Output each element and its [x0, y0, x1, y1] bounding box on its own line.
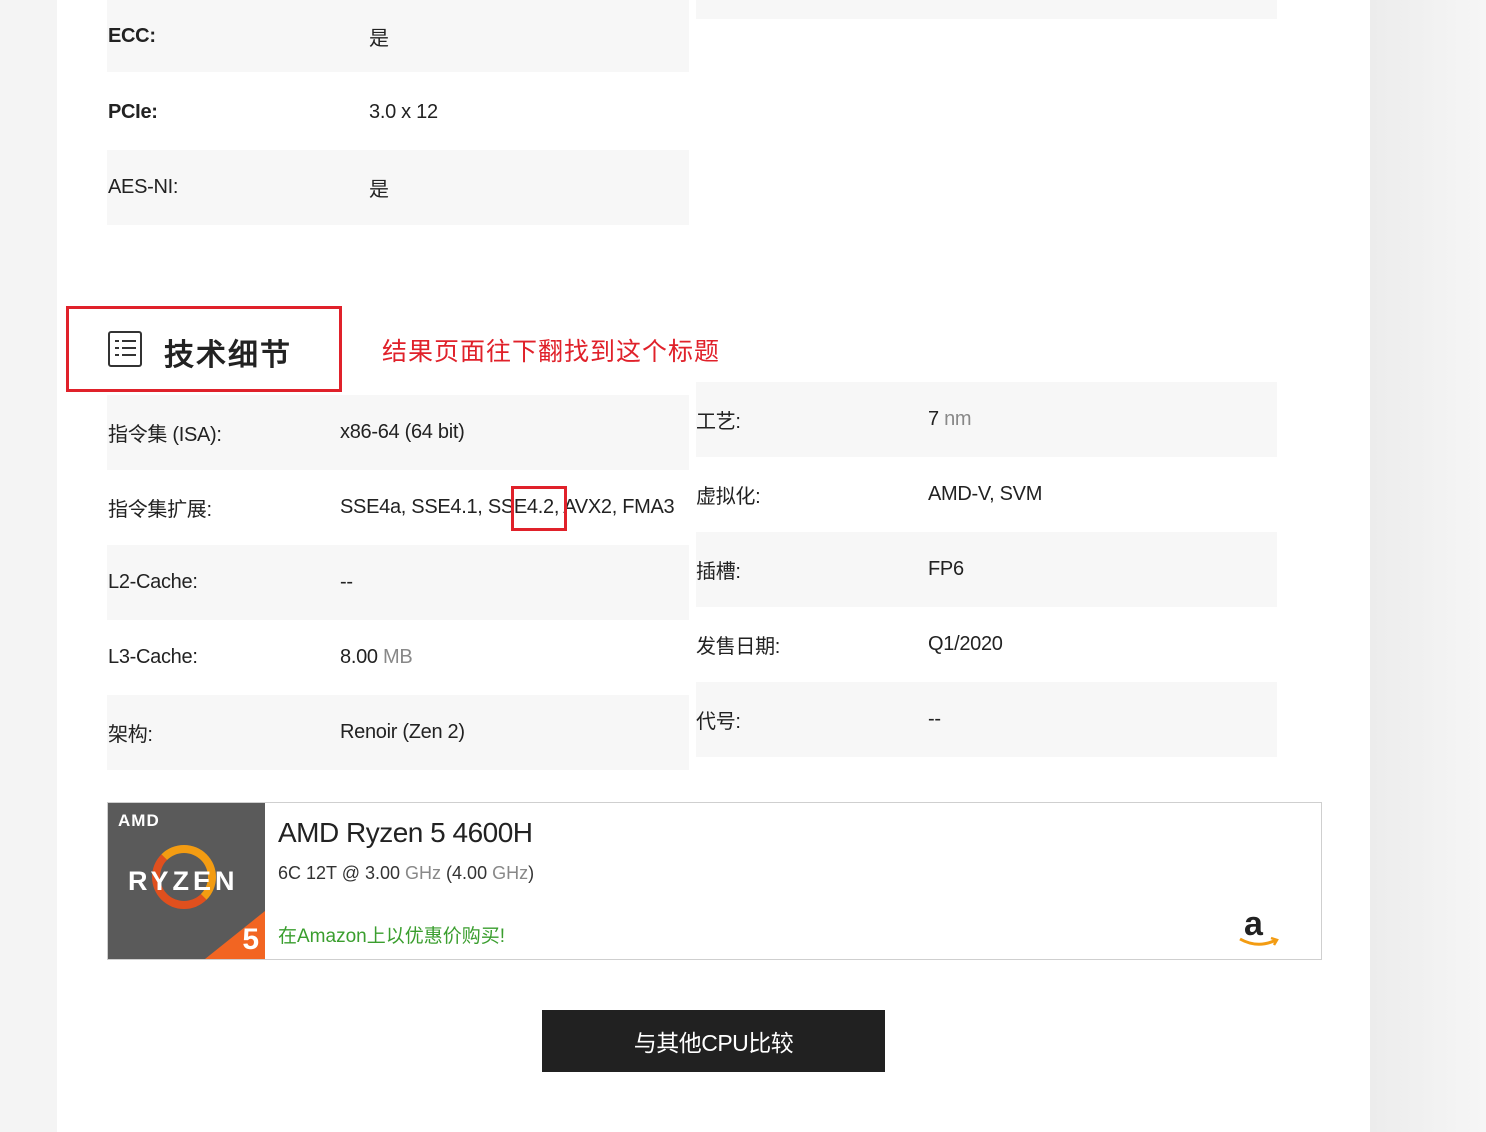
spec-number: 7: [928, 408, 939, 430]
spec-label: 指令集扩展:: [108, 499, 212, 521]
spec-value: 7 nm: [928, 408, 972, 431]
spec-row-process: 工艺: 7 nm: [696, 382, 1277, 457]
spec-label: 插槽:: [696, 561, 741, 583]
spec-value: FP6: [928, 558, 964, 580]
spec-row-release: 发售日期: Q1/2020: [696, 607, 1277, 682]
amazon-icon[interactable]: a: [1238, 905, 1279, 949]
product-spec: 6C 12T @ 3.00 GHz (4.00 GHz): [278, 863, 534, 884]
highlight-box-avx2: [511, 486, 567, 531]
spec-row-socket: 插槽: FP6: [696, 532, 1277, 607]
spec-paren: (: [441, 863, 453, 883]
spec-label: 代号:: [696, 711, 741, 733]
logo-brand: AMD: [118, 811, 160, 830]
spec-value: AMD-V, SVM: [928, 483, 1043, 505]
spec-label: 工艺:: [696, 411, 741, 433]
spec-row-codename: 代号: --: [696, 682, 1277, 757]
spec-unit: nm: [944, 408, 972, 430]
spec-value: --: [928, 708, 941, 730]
product-title[interactable]: AMD Ryzen 5 4600H: [278, 817, 533, 849]
buy-link[interactable]: 在Amazon上以优惠价购买!: [278, 921, 505, 948]
spec-row-l2: L2-Cache: --: [107, 545, 689, 620]
spec-value: 3.0 x 12: [369, 101, 438, 123]
spec-value: 是: [369, 27, 389, 50]
spec-number: 8.00: [340, 646, 378, 668]
spec-value: 是: [369, 179, 389, 201]
spec-label: 虚拟化:: [696, 486, 761, 508]
spec-base: 3.00: [364, 863, 401, 883]
spec-label: L2-Cache:: [108, 571, 198, 593]
spec-row-pcie: PCIe: 3.0 x 12: [107, 75, 689, 150]
spec-row-arch: 架构: Renoir (Zen 2): [107, 695, 689, 770]
spec-label: 指令集 (ISA):: [108, 424, 222, 446]
spec-label: 架构:: [108, 724, 153, 746]
spec-label: PCIe:: [108, 101, 158, 123]
spec-cores: 6C 12T @: [278, 863, 365, 883]
page-gutter: [1370, 0, 1486, 1132]
logo-tier: 5: [242, 923, 259, 956]
spec-boost-unit: GHz: [492, 863, 529, 883]
annotation-text: 结果页面往下翻找到这个标题: [382, 338, 721, 366]
logo-series: RYZEN: [128, 866, 239, 896]
ryzen-logo[interactable]: AMD RYZEN 5: [108, 803, 265, 959]
spec-value-highlight: AVX2: [563, 496, 612, 518]
section-title: 技术细节: [164, 339, 292, 372]
spec-row-aes: AES-NI: 是: [107, 150, 689, 225]
spec-value: SSE4a, SSE4.1, SSE4.2, AVX2, FMA3: [340, 496, 675, 519]
spec-label: ECC:: [108, 24, 156, 47]
spec-value: Renoir (Zen 2): [340, 721, 465, 743]
product-card[interactable]: AMD RYZEN 5 AMD Ryzen 5 4600H 6C 12T @ 3…: [107, 802, 1322, 960]
spec-label: AES-NI:: [108, 176, 179, 198]
spec-value-part: , FMA3: [611, 496, 675, 518]
spec-label: L3-Cache:: [108, 646, 198, 668]
spec-boost: 4.00: [452, 863, 488, 883]
spec-base-unit: GHz: [405, 863, 442, 883]
spec-value: x86-64 (64 bit): [340, 421, 465, 443]
spec-row-isa: 指令集 (ISA): x86-64 (64 bit): [107, 395, 689, 470]
spec-row-isa-ext: 指令集扩展: SSE4a, SSE4.1, SSE4.2, AVX2, FMA3: [107, 470, 689, 545]
spec-value: Q1/2020: [928, 633, 1003, 655]
spec-unit: MB: [383, 646, 413, 668]
spec-row-ecc: ECC: 是: [107, 0, 689, 72]
spec-paren: ): [528, 863, 535, 883]
spec-row-virtualization: 虚拟化: AMD-V, SVM: [696, 457, 1277, 532]
compare-cpu-button[interactable]: 与其他CPU比较: [542, 1010, 885, 1072]
spec-value: --: [340, 571, 353, 593]
spec-value: 8.00 MB: [340, 646, 413, 669]
list-icon: [108, 331, 142, 367]
spec-row-blank: [696, 0, 1277, 19]
spec-row-l3: L3-Cache: 8.00 MB: [107, 620, 689, 695]
spec-label: 发售日期:: [696, 636, 781, 658]
